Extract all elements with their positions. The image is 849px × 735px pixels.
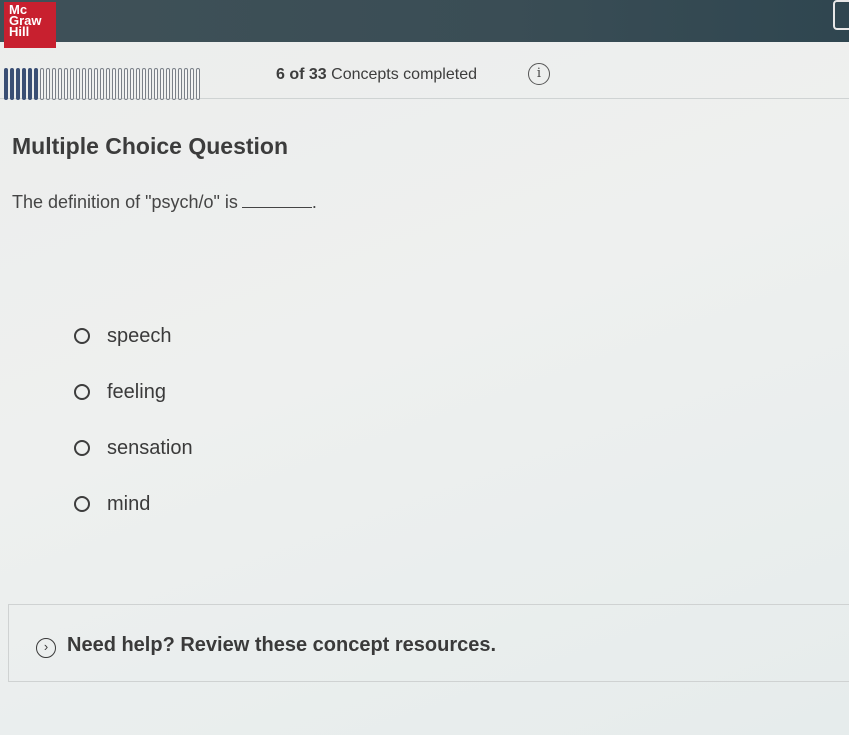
answer-option[interactable]: sensation: [74, 432, 193, 488]
progress-label: Concepts completed: [326, 66, 477, 83]
option-label[interactable]: feeling: [107, 376, 166, 408]
progress-segment-incomplete: [118, 68, 122, 100]
progress-segment-incomplete: [106, 68, 110, 100]
progress-segment-incomplete: [196, 68, 200, 100]
prompt-end: .: [311, 192, 317, 212]
question-prompt: The definition of "psych/o" is.: [12, 192, 317, 213]
radio-button-icon[interactable]: [74, 440, 90, 456]
progress-segment-incomplete: [40, 68, 44, 100]
progress-count: 6 of 33: [276, 66, 327, 83]
progress-segment-complete: [10, 68, 14, 100]
progress-segment-incomplete: [76, 68, 80, 100]
progress-segment-complete: [34, 68, 38, 100]
progress-segment-complete: [16, 68, 20, 100]
answer-option[interactable]: mind: [74, 488, 193, 544]
radio-button-icon[interactable]: [74, 328, 90, 344]
radio-button-icon[interactable]: [74, 496, 90, 512]
option-label[interactable]: mind: [107, 488, 150, 520]
answer-option[interactable]: speech: [74, 320, 193, 376]
help-resources-panel[interactable]: › Need help? Review these concept resour…: [8, 604, 849, 682]
answer-blank: [241, 195, 312, 208]
progress-segment-incomplete: [142, 68, 146, 100]
progress-segment-incomplete: [112, 68, 116, 100]
progress-segment-incomplete: [70, 68, 74, 100]
progress-segment-complete: [4, 68, 8, 100]
chevron-right-circle-icon[interactable]: ›: [36, 638, 56, 658]
concepts-progress-bar: [4, 68, 200, 100]
option-label[interactable]: sensation: [107, 432, 193, 464]
progress-segment-complete: [28, 68, 32, 100]
answer-option[interactable]: feeling: [74, 376, 193, 432]
mcgraw-hill-logo: Mc Graw Hill: [4, 2, 56, 48]
progress-segment-incomplete: [52, 68, 56, 100]
progress-segment-incomplete: [178, 68, 182, 100]
progress-segment-incomplete: [166, 68, 170, 100]
progress-segment-incomplete: [124, 68, 128, 100]
progress-segment-incomplete: [46, 68, 50, 100]
answer-options: speech feeling sensation mind: [74, 320, 193, 544]
progress-segment-incomplete: [154, 68, 158, 100]
help-resources-link[interactable]: Need help? Review these concept resource…: [67, 634, 496, 657]
progress-segment-complete: [22, 68, 26, 100]
info-icon[interactable]: i: [528, 63, 550, 85]
option-label[interactable]: speech: [107, 320, 172, 352]
progress-segment-incomplete: [184, 68, 188, 100]
question-type-heading: Multiple Choice Question: [12, 133, 289, 159]
progress-segment-incomplete: [88, 68, 92, 100]
progress-segment-incomplete: [82, 68, 86, 100]
top-navigation-bar: Mc Graw Hill: [0, 0, 849, 48]
menu-button[interactable]: [833, 0, 849, 30]
progress-text: 6 of 33 Concepts completed: [276, 66, 477, 84]
progress-segment-incomplete: [58, 68, 62, 100]
progress-segment-incomplete: [64, 68, 68, 100]
progress-segment-incomplete: [94, 68, 98, 100]
progress-segment-incomplete: [190, 68, 194, 100]
progress-segment-incomplete: [130, 68, 134, 100]
progress-segment-incomplete: [172, 68, 176, 100]
progress-section: 6 of 33 Concepts completed: [0, 62, 849, 100]
progress-segment-incomplete: [160, 68, 164, 100]
radio-button-icon[interactable]: [74, 384, 90, 400]
progress-segment-incomplete: [136, 68, 140, 100]
progress-segment-incomplete: [148, 68, 152, 100]
progress-segment-incomplete: [100, 68, 104, 100]
prompt-text: The definition of "psych/o" is: [12, 192, 238, 212]
